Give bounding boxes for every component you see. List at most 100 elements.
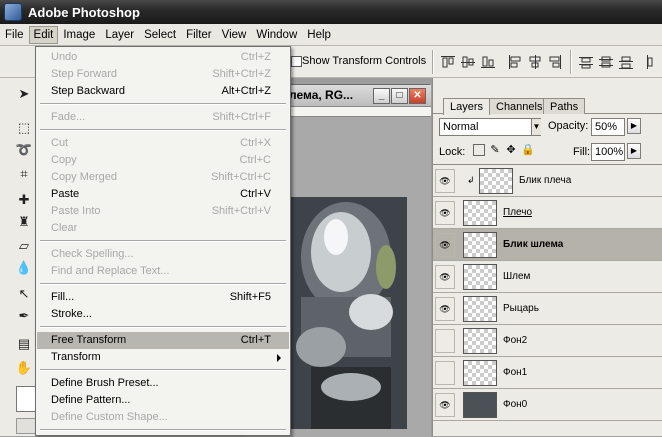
minimize-icon[interactable]: _ bbox=[373, 88, 390, 104]
distribute-top-icon[interactable] bbox=[578, 54, 594, 70]
menu-image[interactable]: Image bbox=[58, 26, 100, 44]
menu-select[interactable]: Select bbox=[139, 26, 181, 44]
layer-row[interactable]: 👁 Шлем bbox=[433, 261, 662, 293]
menu-item-label: Transform bbox=[51, 351, 101, 363]
fill-input[interactable]: 100% bbox=[591, 143, 625, 161]
menu-item-undo[interactable]: Undo Ctrl+Z bbox=[37, 49, 289, 66]
menu-item-cut[interactable]: Cut Ctrl+X bbox=[37, 135, 289, 152]
eye-icon[interactable]: 👁 bbox=[437, 397, 453, 413]
opacity-arrow-icon[interactable]: ▶ bbox=[627, 118, 641, 134]
visibility-cell[interactable] bbox=[435, 361, 455, 385]
menu-item-check-spelling[interactable]: Check Spelling... bbox=[37, 246, 289, 263]
layer-row[interactable]: 👁 Плечо bbox=[433, 197, 662, 229]
path-select-icon[interactable]: ↖ bbox=[14, 284, 34, 304]
close-icon[interactable]: ✕ bbox=[409, 88, 426, 104]
eye-icon[interactable]: 👁 bbox=[437, 205, 453, 221]
menu-item-step-backward[interactable]: Step Backward Alt+Ctrl+Z bbox=[37, 83, 289, 100]
menu-item-fade[interactable]: Fade... Shift+Ctrl+F bbox=[37, 109, 289, 126]
menu-item-copy-merged[interactable]: Copy Merged Shift+Ctrl+C bbox=[37, 169, 289, 186]
eraser-tool-icon[interactable]: ▱ bbox=[14, 236, 34, 256]
menu-item-fill[interactable]: Fill... Shift+F5 bbox=[37, 289, 289, 306]
opacity-input[interactable]: 50% bbox=[591, 118, 625, 136]
align-bottom-icon[interactable] bbox=[480, 54, 496, 70]
menu-item-label: Clear bbox=[51, 222, 78, 234]
submenu-arrow-icon bbox=[277, 354, 281, 362]
notes-tool-icon[interactable]: ▤ bbox=[14, 334, 34, 354]
menu-item-define-brush[interactable]: Define Brush Preset... bbox=[37, 375, 289, 392]
crop-tool-icon[interactable]: ⌗ bbox=[14, 164, 34, 184]
layers-panel: Layers Channels Paths Normal ▼ Opacity: … bbox=[432, 78, 662, 436]
menu-item-step-forward[interactable]: Step Forward Shift+Ctrl+Z bbox=[37, 66, 289, 83]
layer-row[interactable]: 👁 Фон0 bbox=[433, 389, 662, 421]
distribute-vcenter-icon[interactable] bbox=[598, 54, 614, 70]
move-tool-icon[interactable]: ➤ bbox=[14, 84, 34, 104]
layers-list: 👁 ↲ Блик плеча 👁 Плечо 👁 Блик шлема 👁 Шл… bbox=[433, 164, 662, 436]
eye-icon[interactable]: 👁 bbox=[437, 301, 453, 317]
menu-item-copy[interactable]: Copy Ctrl+C bbox=[37, 152, 289, 169]
lock-transparency-icon[interactable] bbox=[473, 144, 485, 156]
quick-mask-icon[interactable] bbox=[16, 418, 36, 434]
tab-paths[interactable]: Paths bbox=[543, 98, 586, 114]
menu-item-shortcut: Shift+Ctrl+F bbox=[212, 111, 271, 123]
layer-row[interactable]: 👁 ↲ Блик плеча bbox=[433, 165, 662, 197]
eye-icon[interactable]: 👁 bbox=[437, 173, 453, 189]
menu-separator bbox=[40, 326, 286, 328]
menu-view[interactable]: View bbox=[217, 26, 252, 44]
blur-tool-icon[interactable]: 💧 bbox=[14, 258, 34, 278]
menu-item-label: Paste Into bbox=[51, 205, 101, 217]
lock-brush-icon[interactable]: ✎ bbox=[489, 144, 501, 156]
align-top-icon[interactable] bbox=[440, 54, 456, 70]
menu-file[interactable]: File bbox=[0, 26, 29, 44]
menu-item-define-custom-shape[interactable]: Define Custom Shape... bbox=[37, 409, 289, 426]
align-right-icon[interactable] bbox=[547, 54, 563, 70]
hand-tool-icon[interactable]: ✋ bbox=[14, 358, 34, 378]
fill-arrow-icon[interactable]: ▶ bbox=[627, 143, 641, 159]
lock-all-icon[interactable]: 🔒 bbox=[521, 144, 535, 156]
chevron-down-icon[interactable]: ▼ bbox=[531, 119, 541, 135]
layer-thumbnail bbox=[463, 328, 497, 354]
layer-row[interactable]: 👁 Рыцарь bbox=[433, 293, 662, 325]
menu-item-define-pattern[interactable]: Define Pattern... bbox=[37, 392, 289, 409]
pen-tool-icon[interactable]: ✒ bbox=[14, 306, 34, 326]
menu-layer[interactable]: Layer bbox=[100, 26, 139, 44]
menu-window[interactable]: Window bbox=[251, 26, 302, 44]
eye-icon[interactable]: 👁 bbox=[437, 269, 453, 285]
maximize-icon[interactable]: □ bbox=[391, 88, 408, 104]
menu-item-find-replace[interactable]: Find and Replace Text... bbox=[37, 263, 289, 280]
clone-stamp-icon[interactable]: ♜ bbox=[14, 212, 34, 232]
menu-item-paste-into[interactable]: Paste Into Shift+Ctrl+V bbox=[37, 203, 289, 220]
marquee-tool-icon[interactable]: ⬚ bbox=[14, 118, 34, 138]
menu-item-shortcut: Shift+F5 bbox=[229, 291, 271, 303]
healing-brush-icon[interactable]: ✚ bbox=[14, 190, 34, 210]
tab-channels[interactable]: Channels bbox=[489, 98, 550, 114]
eye-icon[interactable]: 👁 bbox=[437, 237, 453, 253]
layer-thumbnail bbox=[463, 392, 497, 418]
layer-name: Блик плеча bbox=[519, 175, 572, 186]
menu-item-stroke[interactable]: Stroke... bbox=[37, 306, 289, 323]
distribute-left-icon[interactable] bbox=[644, 54, 660, 70]
menu-item-transform[interactable]: Transform bbox=[37, 349, 289, 366]
menu-separator bbox=[40, 103, 286, 105]
menu-edit[interactable]: Edit bbox=[28, 25, 59, 44]
layer-row[interactable]: Фон2 bbox=[433, 325, 662, 357]
menu-item-paste[interactable]: Paste Ctrl+V bbox=[37, 186, 289, 203]
align-vcenter-icon[interactable] bbox=[460, 54, 476, 70]
window-title: Adobe Photoshop bbox=[28, 4, 140, 20]
menu-item-label: Find and Replace Text... bbox=[51, 265, 170, 277]
show-transform-controls-checkbox[interactable] bbox=[291, 56, 302, 67]
tab-layers[interactable]: Layers bbox=[443, 98, 491, 115]
menu-item-clear[interactable]: Clear bbox=[37, 220, 289, 237]
visibility-cell[interactable] bbox=[435, 329, 455, 353]
background-color-swatch[interactable] bbox=[16, 386, 36, 412]
lasso-tool-icon[interactable]: ➰ bbox=[14, 140, 34, 160]
menu-item-free-transform[interactable]: Free Transform Ctrl+T bbox=[37, 332, 289, 349]
distribute-bottom-icon[interactable] bbox=[618, 54, 634, 70]
blend-mode-select[interactable]: Normal ▼ bbox=[439, 118, 541, 136]
align-left-icon[interactable] bbox=[507, 54, 523, 70]
menu-help[interactable]: Help bbox=[302, 26, 336, 44]
lock-move-icon[interactable]: ✥ bbox=[505, 144, 517, 156]
layer-row[interactable]: 👁 Блик шлема bbox=[433, 229, 662, 261]
layer-row[interactable]: Фон1 bbox=[433, 357, 662, 389]
align-hcenter-icon[interactable] bbox=[527, 54, 543, 70]
menu-filter[interactable]: Filter bbox=[181, 26, 217, 44]
